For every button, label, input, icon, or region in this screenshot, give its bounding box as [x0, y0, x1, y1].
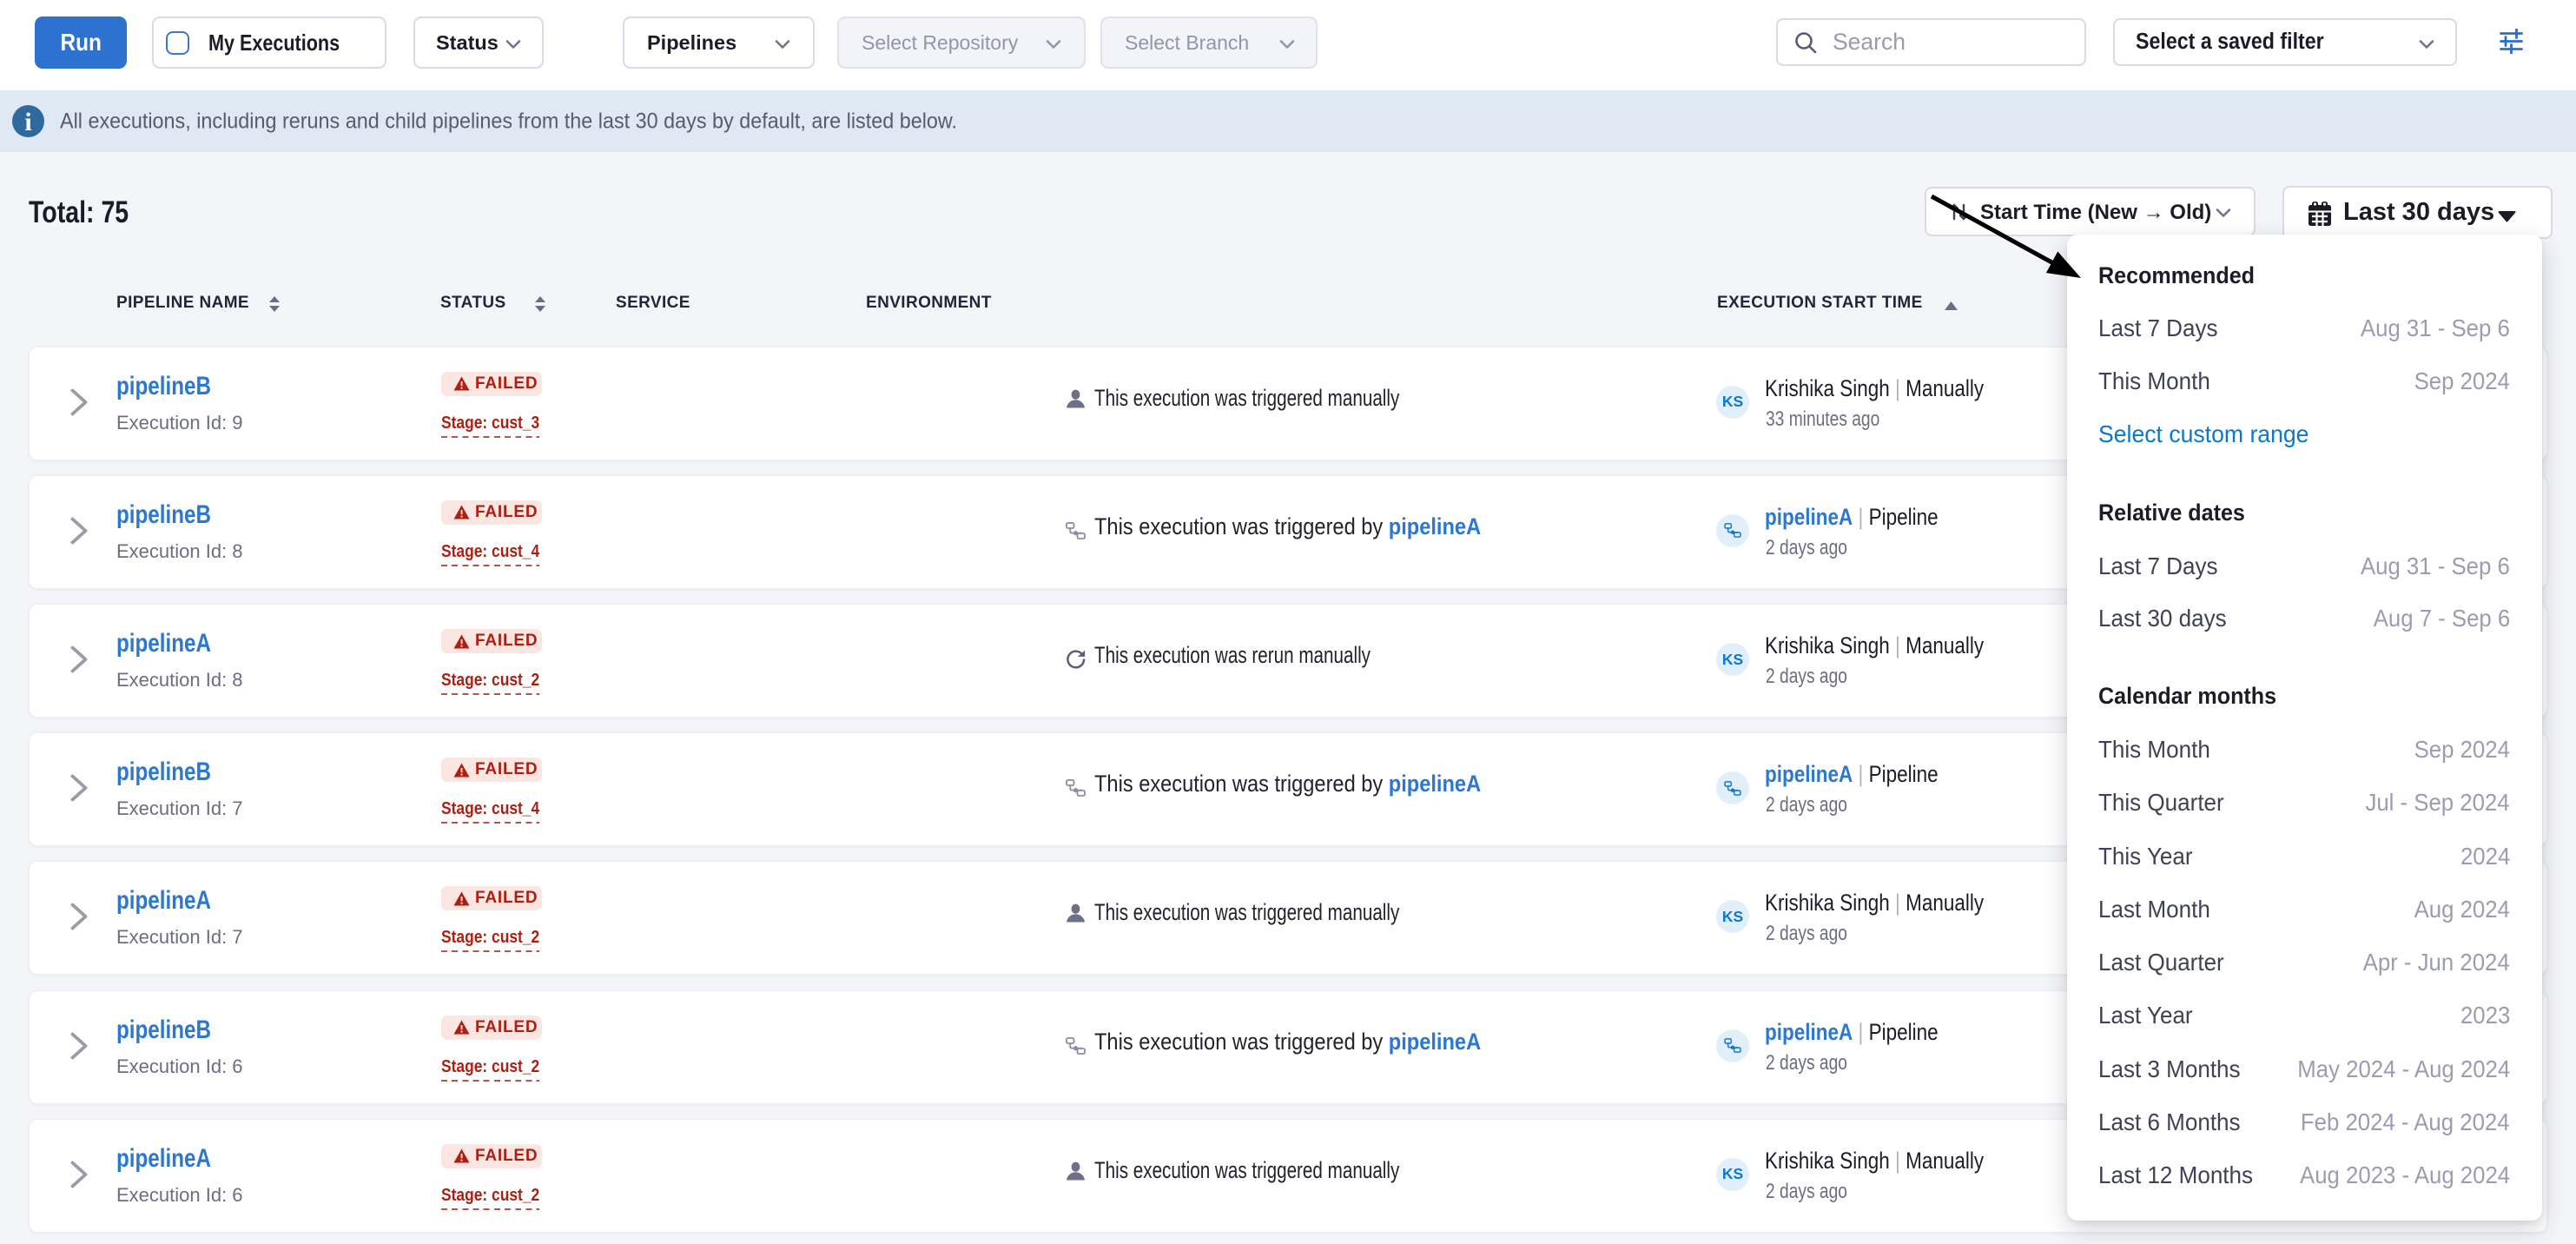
- svg-text:i: i: [24, 108, 31, 136]
